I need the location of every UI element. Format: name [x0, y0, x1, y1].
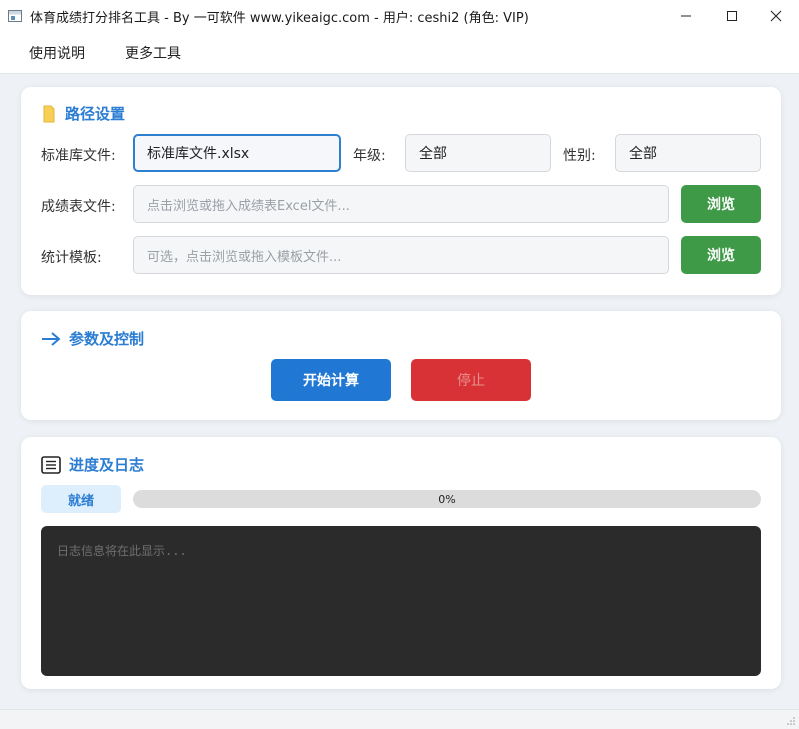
minimize-button[interactable]: [663, 0, 709, 32]
title-bar: 体育成绩打分排名工具 - By 一可软件 www.yikeaigc.com - …: [0, 0, 799, 32]
progress-bar: 0%: [133, 490, 761, 508]
path-settings-title: 路径设置: [41, 103, 125, 124]
menu-bar: 使用说明 更多工具: [0, 32, 799, 74]
grade-label: 年级:: [353, 148, 386, 164]
arrow-right-icon: [41, 331, 61, 346]
score-file-input[interactable]: 点击浏览或拖入成绩表Excel文件...: [133, 185, 669, 223]
log-area[interactable]: 日志信息将在此显示...: [41, 526, 761, 676]
standard-file-input[interactable]: 标准库文件.xlsx: [133, 134, 341, 172]
control-title-text: 参数及控制: [69, 330, 145, 348]
progress-title-text: 进度及日志: [69, 456, 145, 474]
status-badge: 就绪: [41, 485, 121, 513]
stop-button[interactable]: 停止: [411, 359, 531, 401]
resize-grip-icon[interactable]: [786, 716, 796, 726]
path-settings-title-text: 路径设置: [65, 105, 126, 123]
control-title: 参数及控制: [41, 328, 144, 349]
status-bar: [0, 709, 799, 729]
progress-text: 0%: [438, 492, 456, 506]
standard-file-label: 标准库文件:: [41, 148, 116, 164]
close-icon: [770, 10, 782, 22]
document-icon: [41, 455, 61, 474]
grade-select[interactable]: 全部: [405, 134, 551, 172]
score-browse-button[interactable]: 浏览: [681, 185, 761, 223]
score-file-label: 成绩表文件:: [41, 199, 116, 215]
maximize-button[interactable]: [709, 0, 755, 32]
menu-item-more-tools[interactable]: 更多工具: [105, 43, 201, 63]
gender-label: 性别:: [563, 148, 596, 164]
template-label: 统计模板:: [41, 250, 102, 266]
app-icon: [8, 10, 22, 22]
log-placeholder: 日志信息将在此显示...: [57, 544, 187, 558]
progress-log-card: 进度及日志 就绪 0% 日志信息将在此显示...: [21, 437, 781, 689]
maximize-icon: [727, 11, 737, 21]
folder-icon: [41, 105, 57, 123]
window-title: 体育成绩打分排名工具 - By 一可软件 www.yikeaigc.com - …: [30, 10, 529, 26]
gender-select[interactable]: 全部: [615, 134, 761, 172]
menu-item-instructions[interactable]: 使用说明: [0, 43, 105, 63]
close-button[interactable]: [753, 0, 799, 32]
template-file-input[interactable]: 可选，点击浏览或拖入模板文件...: [133, 236, 669, 274]
path-settings-card: 路径设置 标准库文件: 标准库文件.xlsx 年级: 全部 性别: 全部 成绩表…: [21, 87, 781, 295]
progress-title: 进度及日志: [41, 454, 144, 475]
minimize-icon: [681, 15, 691, 17]
template-browse-button[interactable]: 浏览: [681, 236, 761, 274]
start-button[interactable]: 开始计算: [271, 359, 391, 401]
control-card: 参数及控制 开始计算 停止: [21, 311, 781, 420]
